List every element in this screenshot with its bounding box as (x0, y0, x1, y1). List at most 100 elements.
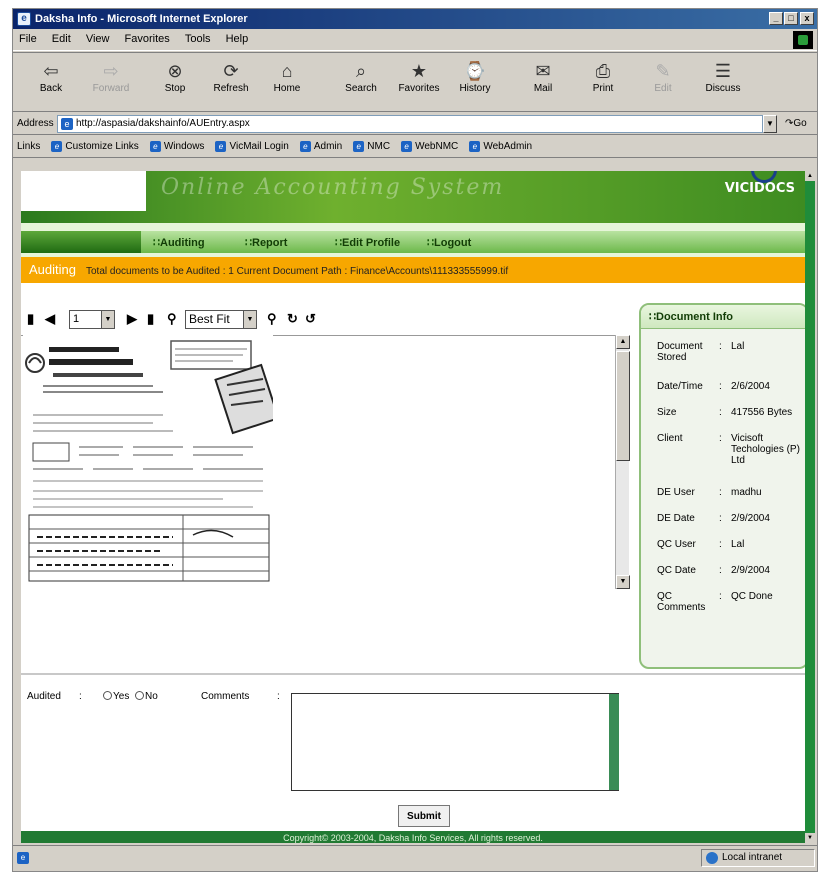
nav-logout[interactable]: Logout (427, 236, 471, 249)
page-icon: e (61, 118, 73, 130)
print-icon: ⎙ (595, 61, 611, 81)
document-viewer: ▮ ◀ 1 ▼ ▶ ▮ ⚲ Best Fit ▼ ⚲ ↻ ↺ ▲ ▼ (21, 301, 630, 673)
scanned-document-image (23, 335, 280, 583)
chevron-down-icon: ▼ (243, 311, 256, 328)
security-zone: Local intranet (701, 849, 815, 867)
link-webnmc[interactable]: e WebNMC (397, 136, 462, 152)
scroll-up-icon[interactable]: ▲ (616, 335, 630, 349)
rotate-left-icon[interactable]: ↺ (305, 311, 316, 327)
search-button[interactable]: ⌕ Search (333, 59, 389, 94)
menu-view[interactable]: View (80, 29, 116, 45)
menu-file[interactable]: File (13, 29, 43, 45)
menu-favorites[interactable]: Favorites (119, 29, 176, 45)
close-button[interactable]: x (800, 12, 814, 25)
scroll-up-icon[interactable]: ▲ (805, 171, 815, 181)
page-select[interactable]: 1 ▼ (69, 310, 115, 329)
history-button[interactable]: ⌚ History (447, 59, 503, 94)
rotate-right-icon[interactable]: ↻ (287, 311, 298, 327)
favorites-button[interactable]: ★ Favorites (391, 59, 447, 94)
status-strip: Auditing Total documents to be Audited : … (21, 257, 805, 283)
menu-help[interactable]: Help (220, 29, 255, 45)
first-page-icon[interactable]: ▮ (27, 311, 34, 327)
banner-tagline: Online Accounting System (161, 175, 505, 200)
ie-link-icon: e (149, 141, 161, 152)
intranet-globe-icon (706, 852, 718, 864)
address-dropdown-icon[interactable]: ▼ (763, 115, 777, 133)
forward-arrow-icon: ⇨ (103, 61, 119, 81)
edit-button[interactable]: ✎ Edit (635, 59, 691, 94)
windows-logo-icon (793, 31, 813, 49)
address-bar: Address e http://aspasia/dakshainfo/AUEn… (13, 113, 817, 135)
menu-bar: File Edit View Favorites Tools Help (13, 29, 817, 51)
zoom-out-icon[interactable]: ⚲ (167, 311, 177, 327)
audited-label: Audited (27, 691, 61, 702)
forward-button[interactable]: ⇨ Forward (83, 59, 139, 94)
ie-link-icon: e (215, 141, 227, 152)
home-icon: ⌂ (281, 61, 293, 81)
favorites-icon: ★ (410, 61, 428, 81)
audit-form: Audited : Yes No Comments : (21, 673, 805, 813)
comments-scrollbar[interactable] (609, 694, 619, 790)
title-bar: e Daksha Info - Microsoft Internet Explo… (13, 9, 817, 29)
scroll-down-icon[interactable]: ▼ (616, 575, 630, 589)
edit-icon: ✎ (655, 61, 671, 81)
home-button[interactable]: ⌂ Home (259, 59, 315, 94)
prev-page-icon[interactable]: ◀ (45, 311, 55, 327)
link-windows[interactable]: e Windows (146, 136, 209, 152)
menu-edit[interactable]: Edit (46, 29, 77, 45)
banner-logo-area (21, 171, 146, 211)
ie-app-icon: e (17, 12, 31, 26)
ie-link-icon: e (401, 141, 413, 152)
discuss-button[interactable]: ☰ Discuss (695, 59, 751, 94)
zoom-in-icon[interactable]: ⚲ (267, 311, 277, 327)
address-input[interactable]: e http://aspasia/dakshainfo/AUEntry.aspx (57, 115, 763, 133)
links-bar: Links e Customize Links e Windows e VicMail… (13, 136, 817, 158)
back-button[interactable]: ⇦ Back (23, 59, 79, 94)
last-page-icon[interactable]: ▮ (147, 311, 154, 327)
ie-link-icon: e (353, 141, 365, 152)
maximize-button[interactable]: □ (784, 12, 798, 25)
submit-button[interactable]: Submit (398, 805, 450, 827)
minimize-button[interactable]: _ (769, 12, 783, 25)
viewer-scrollbar[interactable]: ▲ ▼ (615, 335, 630, 589)
ie-link-icon: e (51, 141, 63, 152)
mail-icon: ✉ (535, 61, 551, 81)
audited-no-radio[interactable]: No (135, 691, 158, 702)
document-info-title: Document Info (641, 305, 805, 329)
next-page-icon[interactable]: ▶ (127, 311, 137, 327)
page-status-icon: e (17, 852, 29, 864)
status-text: Total documents to be Audited : 1 Curren… (85, 266, 509, 277)
address-url: http://aspasia/dakshainfo/AUEntry.aspx (76, 118, 250, 129)
document-info-panel: Document Info Document Stored:Lal Date/T… (639, 303, 805, 669)
stop-button[interactable]: ⊗ Stop (147, 59, 203, 94)
scroll-down-icon[interactable]: ▼ (805, 833, 815, 843)
comments-textarea[interactable] (291, 693, 619, 791)
nav-report[interactable]: Report (245, 236, 287, 249)
standard-toolbar: ⇦ Back ⇨ Forward ⊗ Stop ⟳ Refresh ⌂ Home ⌕ Sea… (13, 52, 817, 112)
scroll-thumb[interactable] (616, 351, 630, 461)
zoom-select[interactable]: Best Fit ▼ (185, 310, 257, 329)
link-nmc[interactable]: e NMC (349, 136, 394, 152)
nav-edit-profile[interactable]: Edit Profile (335, 236, 400, 249)
link-vicmail-login[interactable]: e VicMail Login (211, 136, 292, 152)
ie-link-icon: e (469, 141, 481, 152)
link-admin[interactable]: e Admin (296, 136, 346, 152)
refresh-button[interactable]: ⟳ Refresh (203, 59, 259, 94)
menu-tools[interactable]: Tools (179, 29, 217, 45)
link-customize-links[interactable]: e Customize Links (47, 136, 142, 152)
radio-icon (103, 691, 112, 700)
print-button[interactable]: ⎙ Print (575, 59, 631, 94)
mail-button[interactable]: ✉ Mail (515, 59, 571, 94)
page-scrollbar[interactable]: ▲ ▼ (805, 171, 815, 843)
back-arrow-icon: ⇦ (43, 61, 59, 81)
window-title: Daksha Info - Microsoft Internet Explore… (35, 13, 248, 25)
link-webadmin[interactable]: e WebAdmin (465, 136, 536, 152)
nav-auditing[interactable]: Auditing (153, 236, 205, 249)
comments-label: Comments (201, 691, 250, 702)
radio-icon (135, 691, 144, 700)
browser-window: e Daksha Info - Microsoft Internet Explo… (12, 8, 818, 872)
audited-yes-radio[interactable]: Yes (103, 691, 129, 702)
search-icon: ⌕ (355, 61, 367, 81)
stop-icon: ⊗ (167, 61, 183, 81)
go-button[interactable]: ↷Go (785, 118, 807, 129)
